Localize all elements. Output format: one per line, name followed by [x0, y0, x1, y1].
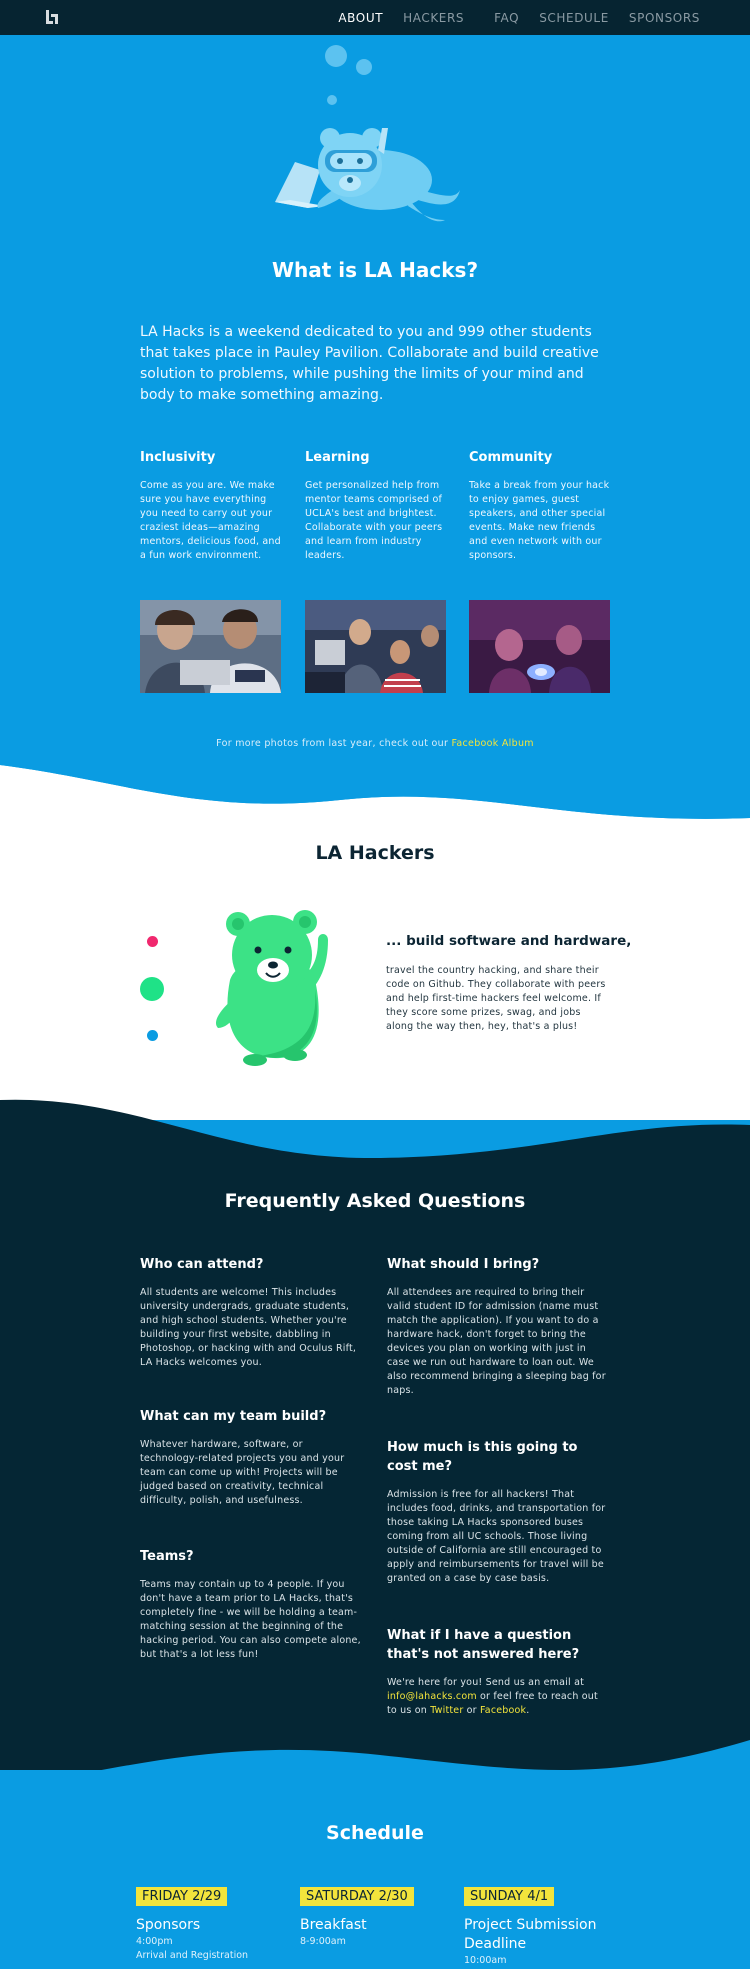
bubble-icon	[327, 95, 337, 105]
hackathon-photo	[140, 600, 281, 693]
about-intro: LA Hacks is a weekend dedicated to you a…	[140, 324, 599, 403]
more-photos-label: For more photos from last year, check ou…	[216, 738, 452, 749]
event-title: Breakfast	[300, 1917, 367, 1933]
diving-bear-icon	[275, 128, 460, 222]
faq-answer-text: We're here for you! Send us an email at	[387, 1677, 585, 1688]
hackers-title: LA Hackers	[315, 842, 435, 864]
community-column: Community Take a break from your hack to…	[469, 450, 614, 563]
day-label: SATURDAY 2/30	[300, 1887, 414, 1906]
nav-about[interactable]: ABOUT	[338, 11, 383, 25]
faq-answer: All students are welcome! This includes …	[140, 1287, 357, 1368]
faq-item: How much is this going to cost me? Admis…	[387, 1438, 609, 1586]
green-dot-icon	[140, 977, 164, 1001]
about-title: What is LA Hacks?	[271, 258, 479, 282]
schedule-day-sunday: SUNDAY 4/1 Project Submission Deadline 1…	[464, 1885, 629, 1968]
faq-question: What should I bring?	[387, 1257, 540, 1272]
email-link[interactable]: info@lahacks.com	[387, 1691, 477, 1702]
faq-question: What can my team build?	[140, 1409, 327, 1424]
faq-answer: Whatever hardware, software, or technolo…	[140, 1439, 345, 1506]
waving-bear-icon	[215, 910, 328, 1066]
faq-answer: Teams may contain up to 4 people. If you…	[140, 1579, 361, 1660]
faq-question: What if I have a question that's not ans…	[387, 1628, 580, 1662]
faq-question: Who can attend?	[140, 1257, 264, 1272]
blue-dot-icon	[147, 1030, 158, 1041]
more-photos-text: For more photos from last year, check ou…	[0, 738, 750, 749]
faq-item: Who can attend? All students are welcome…	[140, 1255, 362, 1370]
schedule-day-friday: FRIDAY 2/29 Sponsors 4:00pm Arrival and …	[136, 1885, 301, 1963]
event-time: 10:00am	[464, 1955, 507, 1966]
faq-title: Frequently Asked Questions	[224, 1190, 526, 1212]
community-text: Take a break from your hack to enjoy gam…	[469, 480, 610, 561]
facebook-album-link[interactable]: Facebook Album	[452, 738, 534, 749]
event-subtitle: Arrival and Registration	[136, 1950, 249, 1961]
event-time: 8-9:00am	[300, 1936, 346, 1947]
schedule-day-saturday: SATURDAY 2/30 Breakfast 8-9:00am	[300, 1885, 465, 1949]
community-title: Community	[469, 450, 553, 465]
nav-schedule[interactable]: SCHEDULE	[539, 11, 609, 25]
hackers-heading: ... build software and hardware,	[386, 933, 632, 949]
learning-text: Get personalized help from mentor teams …	[305, 480, 443, 561]
faq-question: Teams?	[140, 1549, 194, 1564]
inclusivity-column: Inclusivity Come as you are. We make sur…	[140, 450, 285, 563]
faq-question: How much is this going to cost me?	[387, 1440, 578, 1474]
event-title: Sponsors	[136, 1917, 201, 1933]
nav-links: ABOUT HACKERS FAQ SCHEDULE SPONSORS	[338, 0, 700, 35]
faq-item: What can my team build? Whatever hardwar…	[140, 1407, 362, 1508]
bubble-icon	[356, 59, 372, 75]
facebook-link[interactable]: Facebook	[480, 1705, 526, 1716]
pink-dot-icon	[147, 936, 158, 947]
inclusivity-text: Come as you are. We make sure you have e…	[140, 480, 281, 561]
bubble-icon	[325, 45, 347, 67]
learning-title: Learning	[305, 450, 370, 465]
hackathon-photo	[469, 600, 610, 693]
nav-hackers[interactable]: HACKERS	[403, 11, 464, 25]
faq-answer: Admission is free for all hackers! That …	[387, 1489, 606, 1584]
faq-answer-text: or	[463, 1705, 481, 1716]
faq-item: Teams? Teams may contain up to 4 people.…	[140, 1547, 362, 1662]
section-backgrounds	[0, 0, 750, 1969]
twitter-link[interactable]: Twitter	[430, 1705, 463, 1716]
la-hacks-logo-icon[interactable]	[45, 9, 59, 25]
learning-column: Learning Get personalized help from ment…	[305, 450, 450, 563]
top-nav: ABOUT HACKERS FAQ SCHEDULE SPONSORS	[0, 0, 750, 35]
event-title: Project Submission Deadline	[464, 1917, 597, 1952]
day-label: SUNDAY 4/1	[464, 1887, 555, 1906]
faq-answer: All attendees are required to bring thei…	[387, 1287, 606, 1396]
hackathon-photo	[305, 600, 446, 693]
nav-faq[interactable]: FAQ	[494, 11, 519, 25]
faq-answer: We're here for you! Send us an email at …	[387, 1676, 609, 1718]
hackers-text: travel the country hacking, and share th…	[386, 965, 606, 1032]
schedule-title: Schedule	[326, 1822, 424, 1844]
faq-item: What should I bring? All attendees are r…	[387, 1255, 609, 1398]
event-time: 4:00pm	[136, 1936, 173, 1947]
day-label: FRIDAY 2/29	[136, 1887, 228, 1906]
nav-sponsors[interactable]: SPONSORS	[629, 11, 700, 25]
faq-item: What if I have a question that's not ans…	[387, 1626, 609, 1718]
inclusivity-title: Inclusivity	[140, 450, 216, 465]
faq-answer-text: .	[526, 1705, 530, 1716]
